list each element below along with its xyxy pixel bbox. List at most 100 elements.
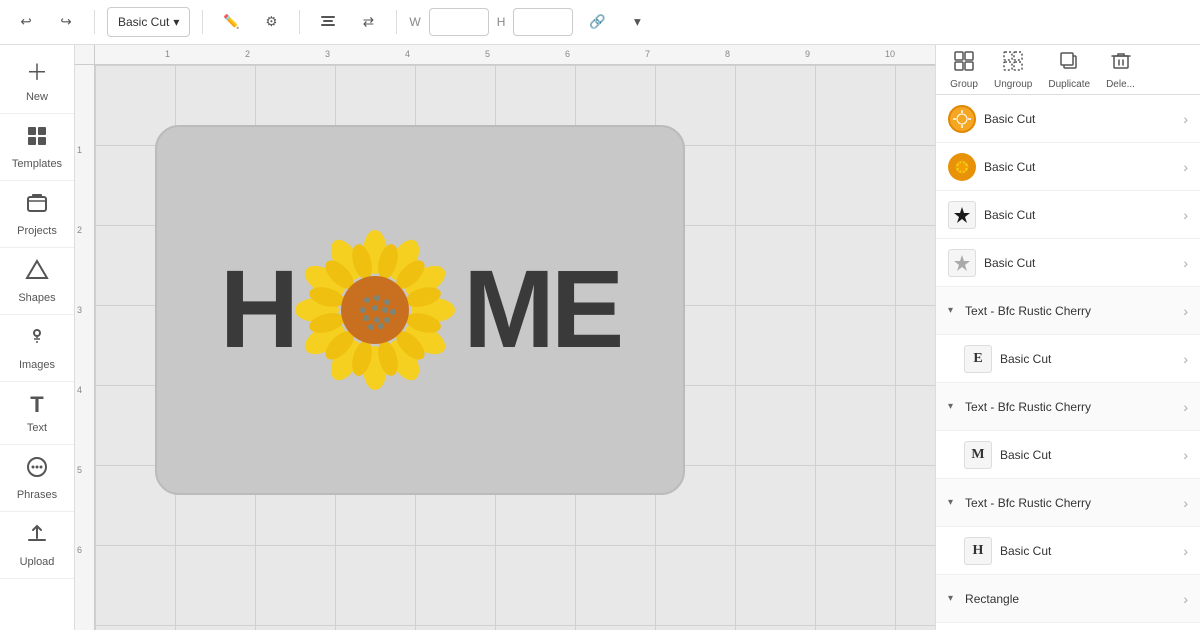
- layer-chevron-7: ›: [1183, 543, 1188, 559]
- sidebar-item-phrases-label: Phrases: [17, 489, 57, 501]
- settings-icon-button[interactable]: ⚙: [255, 6, 287, 38]
- undo-button[interactable]: ↩: [10, 6, 42, 38]
- letter-me: ME: [463, 255, 620, 365]
- separator-3: [299, 10, 300, 34]
- group3-expand-icon: ▾: [948, 497, 953, 508]
- sidebar-item-templates[interactable]: Templates: [0, 114, 74, 181]
- layer-item-8[interactable]: Basic Cut ›: [936, 623, 1200, 630]
- sidebar-item-phrases[interactable]: Phrases: [0, 445, 74, 512]
- ruler-num-7: 7: [645, 49, 650, 59]
- width-input[interactable]: [429, 8, 489, 36]
- layer-chevron-4: ›: [1183, 255, 1188, 271]
- ungroup-button[interactable]: Ungroup: [988, 46, 1038, 94]
- phrases-icon: [25, 455, 49, 485]
- sidebar-item-images[interactable]: Images: [0, 315, 74, 382]
- layer-label-1: Basic Cut: [984, 112, 1175, 126]
- group-button[interactable]: Group: [944, 46, 984, 94]
- group-svg: [953, 50, 975, 72]
- sidebar-item-text-label: Text: [27, 422, 47, 434]
- layer-label-2: Basic Cut: [984, 160, 1175, 174]
- images-svg: [25, 325, 49, 349]
- shapes-icon: [25, 258, 49, 288]
- layers-list: Basic Cut › Basic Cut ›: [936, 95, 1200, 630]
- ruler-num-4: 4: [405, 49, 410, 59]
- cut-type-selector[interactable]: Basic Cut ▾: [107, 7, 190, 37]
- layer-item-7[interactable]: H Basic Cut ›: [936, 527, 1200, 575]
- top-toolbar: ↩ ↪ Basic Cut ▾ ✏️ ⚙ ⇄ W H 🔗 ▾: [0, 0, 1200, 45]
- rect-group-label: Rectangle: [965, 592, 1175, 606]
- layer-item-2[interactable]: Basic Cut ›: [936, 143, 1200, 191]
- ruler-v-num-3: 3: [77, 305, 82, 315]
- sunflower-image: [295, 230, 455, 390]
- height-input[interactable]: [513, 8, 573, 36]
- home-text: H: [200, 210, 640, 410]
- layer-item-4[interactable]: Basic Cut ›: [936, 239, 1200, 287]
- ruler-num-8: 8: [725, 49, 730, 59]
- upload-svg: [25, 522, 49, 546]
- layer-icon-6: M: [964, 441, 992, 469]
- canvas-design[interactable]: H: [155, 125, 685, 495]
- duplicate-svg: [1058, 50, 1080, 72]
- sidebar-item-text[interactable]: T Text: [0, 382, 74, 445]
- ruler-v-num-2: 2: [77, 225, 82, 235]
- ruler-v-num-6: 6: [77, 545, 82, 555]
- sidebar-item-new[interactable]: ＋ New: [0, 45, 74, 114]
- ruler-num-2: 2: [245, 49, 250, 59]
- sun-filled-icon: [952, 157, 972, 177]
- delete-icon: [1110, 50, 1132, 77]
- duplicate-label: Duplicate: [1048, 79, 1090, 90]
- layer-label-7: Basic Cut: [1000, 544, 1175, 558]
- separator-4: [396, 10, 397, 34]
- ruler-num-9: 9: [805, 49, 810, 59]
- group-icon: [953, 50, 975, 77]
- duplicate-button[interactable]: Duplicate: [1042, 46, 1096, 94]
- sidebar-item-shapes-label: Shapes: [18, 292, 55, 304]
- sidebar-item-shapes[interactable]: Shapes: [0, 248, 74, 315]
- layer-group-1[interactable]: ▾ Text - Bfc Rustic Cherry ›: [936, 287, 1200, 335]
- delete-button[interactable]: Dele...: [1100, 46, 1141, 94]
- layer-icon-7: H: [964, 537, 992, 565]
- group2-label: Text - Bfc Rustic Cherry: [965, 400, 1175, 414]
- sidebar-item-images-label: Images: [19, 359, 55, 371]
- lock-proportions-button[interactable]: 🔗: [581, 6, 613, 38]
- layer-icon-3: [948, 201, 976, 229]
- sidebar-item-projects-label: Projects: [17, 225, 57, 237]
- layer-item-6[interactable]: M Basic Cut ›: [936, 431, 1200, 479]
- layer-group-rect[interactable]: ▾ Rectangle ›: [936, 575, 1200, 623]
- align-icon: [319, 13, 337, 31]
- templates-icon: [25, 124, 49, 154]
- layer-icon-5: E: [964, 345, 992, 373]
- ruler-v-num-1: 1: [77, 145, 82, 155]
- redo-button[interactable]: ↪: [50, 6, 82, 38]
- layer-chevron-3: ›: [1183, 207, 1188, 223]
- projects-icon: [25, 191, 49, 221]
- rect-group-chevron: ›: [1183, 591, 1188, 607]
- sidebar-item-projects[interactable]: Projects: [0, 181, 74, 248]
- cut-type-dropdown-icon: ▾: [173, 15, 179, 29]
- flip-icon-button[interactable]: ⇄: [352, 6, 384, 38]
- rect-expand-icon: ▾: [948, 593, 953, 604]
- ruler-corner: [75, 45, 95, 65]
- layer-item-3[interactable]: Basic Cut ›: [936, 191, 1200, 239]
- canvas-area[interactable]: 1 2 3 4 5 6 7 8 9 10 1 2 3 4 5 6: [75, 45, 935, 630]
- layer-icon-1: [948, 105, 976, 133]
- layer-chevron-5: ›: [1183, 351, 1188, 367]
- star-light-icon: [952, 253, 972, 273]
- right-panel: Group Ungroup: [935, 45, 1200, 630]
- sidebar-item-upload[interactable]: Upload: [0, 512, 74, 579]
- sun-outline-icon: [952, 109, 972, 129]
- layer-chevron-6: ›: [1183, 447, 1188, 463]
- sidebar-item-templates-label: Templates: [12, 158, 62, 170]
- layer-group-3[interactable]: ▾ Text - Bfc Rustic Cherry ›: [936, 479, 1200, 527]
- ruler-v-num-4: 4: [77, 385, 82, 395]
- ruler-v-num-5: 5: [77, 465, 82, 475]
- edit-icon-button[interactable]: ✏️: [215, 6, 247, 38]
- layer-icon-2: [948, 153, 976, 181]
- more-options-button[interactable]: ▾: [621, 6, 653, 38]
- layer-label-3: Basic Cut: [984, 208, 1175, 222]
- layer-group-2[interactable]: ▾ Text - Bfc Rustic Cherry ›: [936, 383, 1200, 431]
- layer-item-1[interactable]: Basic Cut ›: [936, 95, 1200, 143]
- align-icon-button[interactable]: [312, 6, 344, 38]
- layer-item-5[interactable]: E Basic Cut ›: [936, 335, 1200, 383]
- ruler-num-6: 6: [565, 49, 570, 59]
